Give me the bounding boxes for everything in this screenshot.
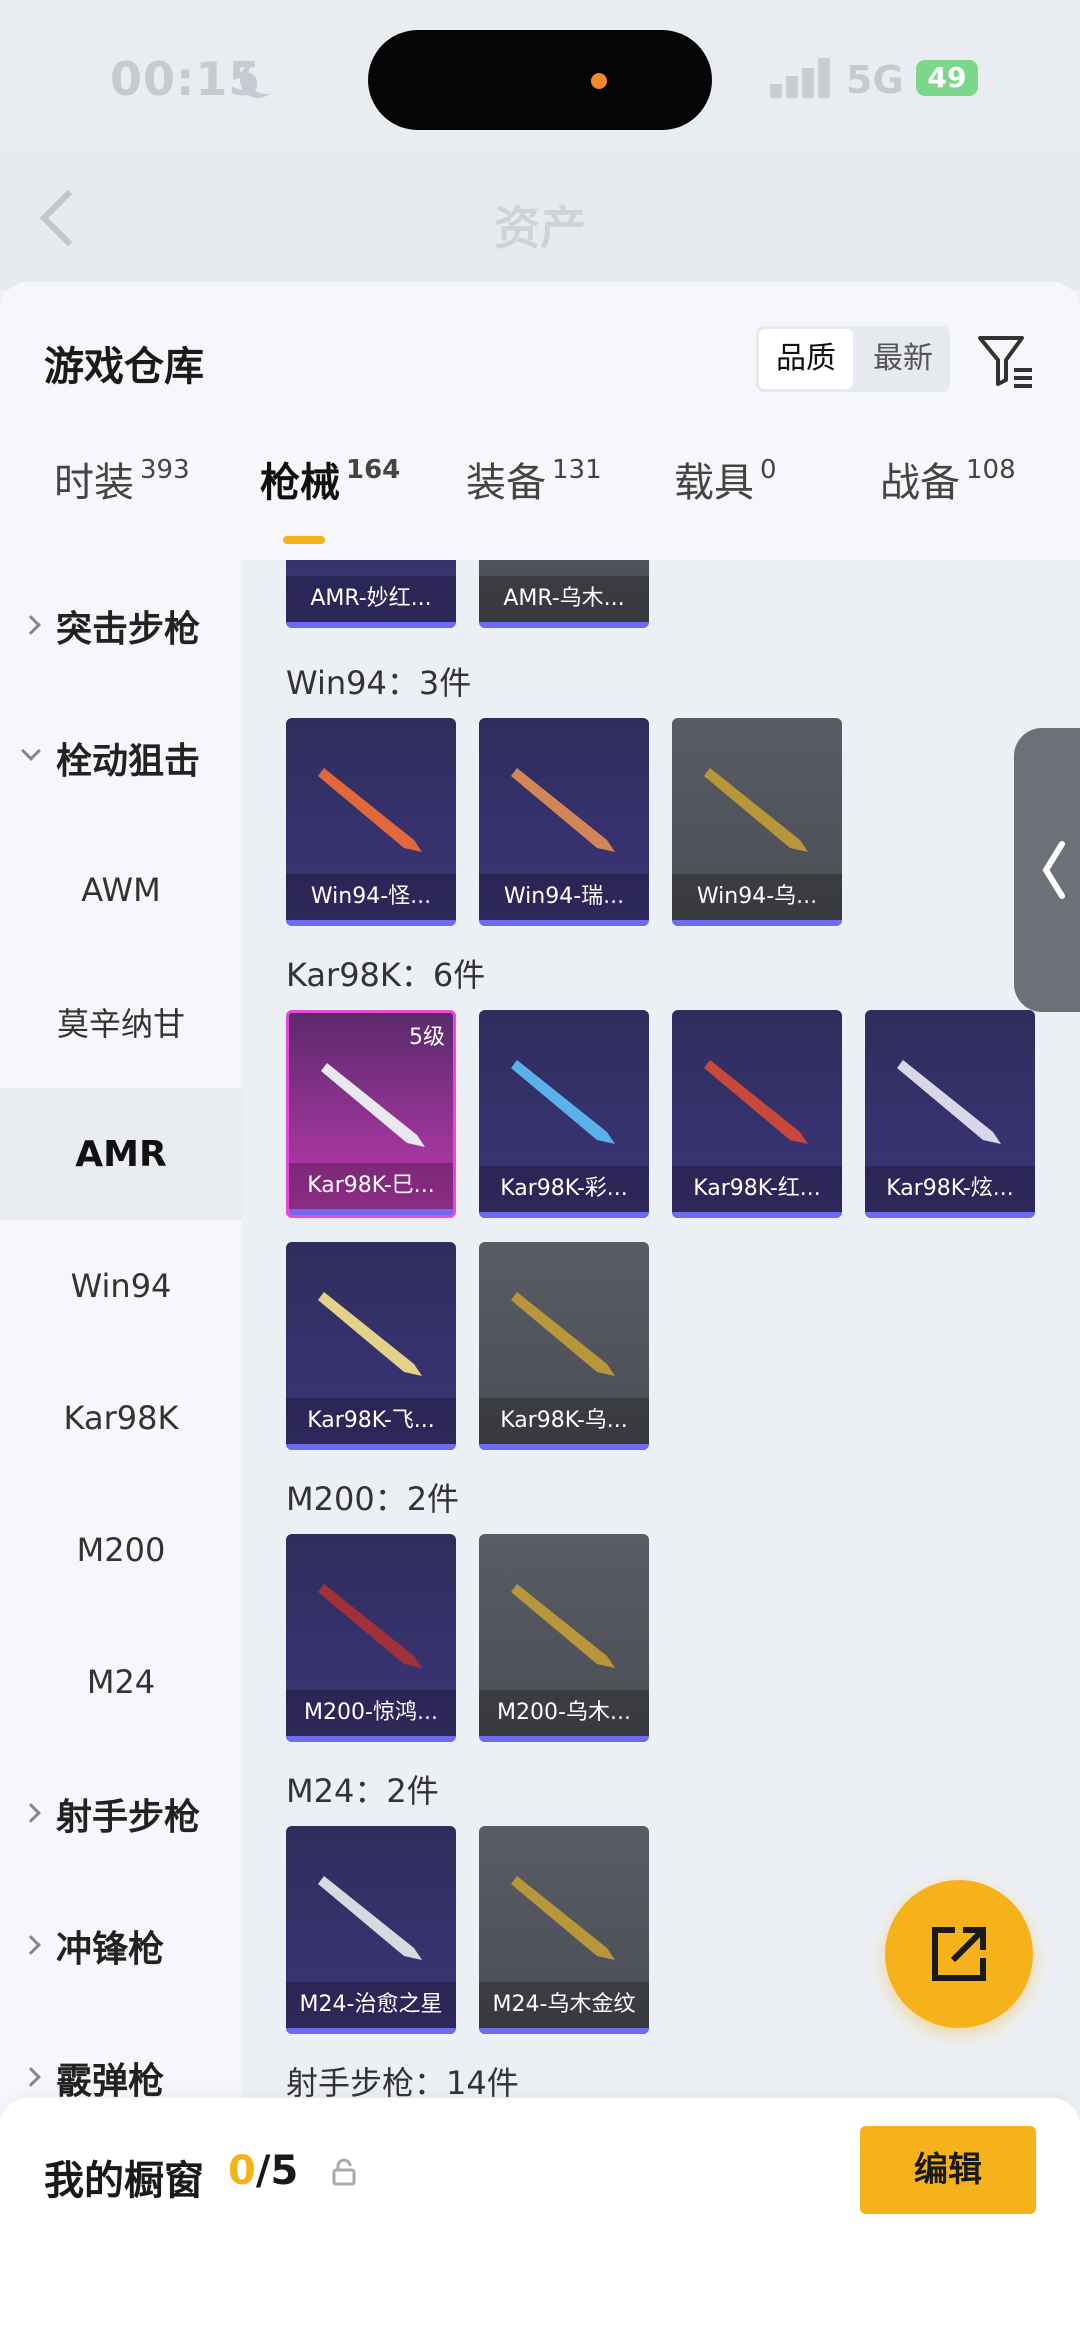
sidebar-item-amr[interactable]: AMR: [0, 1088, 242, 1220]
showcase-count: 0/5: [228, 2148, 299, 2194]
status-bar: 00:15 5G 49: [0, 0, 1080, 150]
tab-equipment[interactable]: 装备 131: [466, 450, 602, 508]
weapon-name: M24-乌木金纹: [479, 1982, 649, 2028]
weapon-card[interactable]: M24-乌木金纹: [479, 1826, 649, 2034]
weapon-card[interactable]: Kar98K-红...: [672, 1010, 842, 1218]
battery-icon: 49: [916, 60, 978, 96]
weapon-card[interactable]: Kar98K-飞...: [286, 1242, 456, 1450]
weapon-card[interactable]: Kar98K-乌...: [479, 1242, 649, 1450]
weapon-name: M24-治愈之星: [286, 1982, 456, 2028]
weapon-name: Kar98K-乌...: [479, 1398, 649, 1444]
dynamic-island: [368, 30, 712, 130]
sidebar-item-smg[interactable]: 冲锋枪: [0, 1880, 242, 2012]
section-title: Kar98K：6件: [286, 956, 486, 994]
weapon-card[interactable]: AMR-乌木...: [479, 560, 649, 628]
chevron-left-icon: [1042, 841, 1065, 899]
section-title: M200：2件: [286, 1480, 460, 1518]
rifle-icon: [704, 1060, 808, 1144]
weapon-name: AMR-妙红...: [286, 576, 456, 622]
weapon-name: AMR-乌木...: [479, 576, 649, 622]
weapon-name: Win94-怪...: [286, 874, 456, 920]
category-tabs: 时装 393 枪械 164 装备 131 载具 0 战备 108: [0, 432, 1080, 542]
filter-icon[interactable]: [976, 332, 1034, 390]
rifle-icon: [318, 1876, 422, 1960]
sidebar-item-win94[interactable]: Win94: [0, 1220, 242, 1352]
section-title: Win94：3件: [286, 664, 472, 702]
rifle-icon: [511, 1876, 615, 1960]
weapon-name: Kar98K-巳...: [289, 1163, 453, 1209]
weapon-card[interactable]: Win94-乌...: [672, 718, 842, 926]
showcase-bar: 我的橱窗 0/5 编辑: [0, 2098, 1080, 2341]
edit-button[interactable]: 编辑: [860, 2126, 1036, 2214]
sidebar-item-awm[interactable]: AWM: [0, 824, 242, 956]
weapon-name: M200-乌木...: [479, 1690, 649, 1736]
rifle-icon: [511, 1060, 615, 1144]
weapon-card[interactable]: M200-惊鸿...: [286, 1534, 456, 1742]
weapon-card[interactable]: M200-乌木...: [479, 1534, 649, 1742]
weapon-name: Win94-瑞...: [479, 874, 649, 920]
recording-indicator: [591, 73, 607, 89]
rifle-icon: [897, 1060, 1001, 1144]
sheet-title: 游戏仓库: [44, 344, 204, 390]
weapon-name: Win94-乌...: [672, 874, 842, 920]
weapon-card[interactable]: M24-治愈之星: [286, 1826, 456, 2034]
weapon-card[interactable]: Kar98K-炫...: [865, 1010, 1035, 1218]
chevron-right-icon: [21, 1935, 41, 1955]
tab-vehicles[interactable]: 载具 0: [674, 450, 777, 508]
signal-icon: [770, 56, 834, 98]
sort-toggle: 品质 最新: [756, 326, 950, 392]
page-title: 资产: [494, 201, 586, 255]
weapon-level: 5级: [409, 1025, 445, 1050]
sidebar-item-assault-rifles[interactable]: 突击步枪: [0, 560, 242, 692]
rifle-icon: [321, 1063, 425, 1147]
chevron-right-icon: [21, 615, 41, 635]
rifle-icon: [511, 768, 615, 852]
rifle-icon: [318, 1292, 422, 1376]
rifle-icon: [511, 1584, 615, 1668]
chevron-right-icon: [21, 1803, 41, 1823]
section-title: M24：2件: [286, 1772, 439, 1810]
top-nav: 资产: [0, 150, 1080, 290]
share-icon: [932, 1927, 986, 1981]
tab-guns[interactable]: 枪械 164: [260, 450, 400, 508]
rifle-icon: [704, 768, 808, 852]
weapon-card[interactable]: Win94-怪...: [286, 718, 456, 926]
sort-newest[interactable]: 最新: [856, 326, 950, 392]
tab-fashion[interactable]: 时装 393: [54, 450, 190, 508]
weapon-category-sidebar: 突击步枪 栓动狙击 AWM 莫辛纳甘 AMR Win94 Kar98K M200…: [0, 560, 242, 2341]
lock-icon: [332, 2158, 356, 2186]
sort-quality[interactable]: 品质: [759, 329, 853, 389]
chevron-right-icon: [21, 2067, 41, 2087]
status-time: 00:15: [110, 52, 262, 106]
sidebar-item-mosin[interactable]: 莫辛纳甘: [0, 956, 242, 1088]
weapon-card[interactable]: Win94-瑞...: [479, 718, 649, 926]
rifle-icon: [318, 1584, 422, 1668]
sidebar-item-m200[interactable]: M200: [0, 1484, 242, 1616]
side-drawer-handle[interactable]: [1014, 728, 1080, 1012]
sidebar-item-bolt-snipers[interactable]: 栓动狙击: [0, 692, 242, 824]
weapon-card[interactable]: Kar98K-彩...: [479, 1010, 649, 1218]
showcase-label: 我的橱窗: [44, 2158, 204, 2204]
moon-icon: [248, 58, 284, 94]
weapon-name: Kar98K-飞...: [286, 1398, 456, 1444]
sidebar-item-kar98k[interactable]: Kar98K: [0, 1352, 242, 1484]
rifle-icon: [511, 1292, 615, 1376]
sidebar-item-marksman-rifles[interactable]: 射手步枪: [0, 1748, 242, 1880]
active-tab-indicator: [283, 536, 325, 544]
weapon-card[interactable]: AMR-妙红...: [286, 560, 456, 628]
weapon-card[interactable]: 5级 Kar98K-巳...: [286, 1010, 456, 1218]
weapon-name: M200-惊鸿...: [286, 1690, 456, 1736]
tab-supplies[interactable]: 战备 108: [880, 450, 1016, 508]
warehouse-sheet: 游戏仓库 品质 最新 时装 393 枪械 164 装备 131 载具 0 战备 108 突…: [0, 282, 1080, 2341]
weapon-grid: AMR-妙红... AMR-乌木... Win94：3件 Win94-怪... …: [242, 560, 1080, 2341]
weapon-name: Kar98K-红...: [672, 1166, 842, 1212]
weapon-name: Kar98K-彩...: [479, 1166, 649, 1212]
weapon-name: Kar98K-炫...: [865, 1166, 1035, 1212]
rifle-icon: [318, 768, 422, 852]
chevron-down-icon: [21, 741, 41, 761]
sidebar-item-m24[interactable]: M24: [0, 1616, 242, 1748]
share-button[interactable]: [885, 1880, 1033, 2028]
network-label: 5G: [846, 58, 904, 102]
